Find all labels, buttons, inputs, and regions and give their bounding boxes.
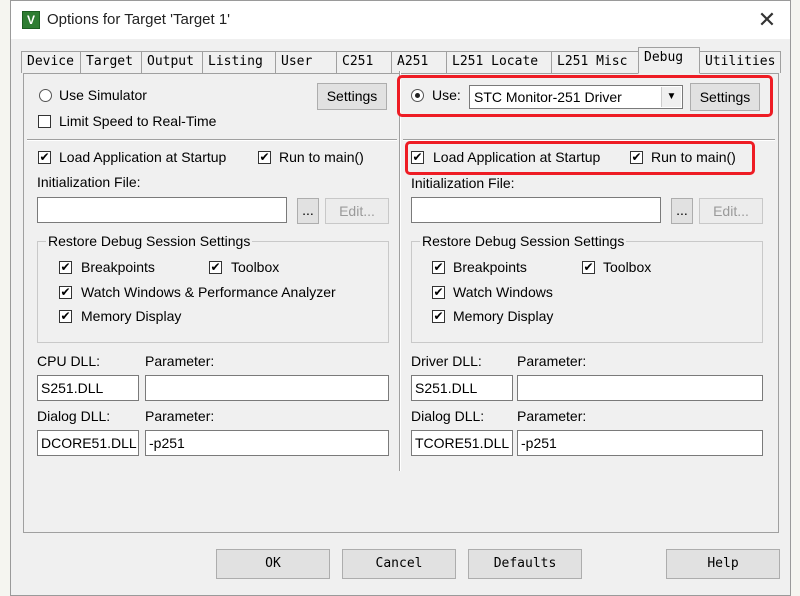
cancel-button[interactable]: Cancel xyxy=(342,549,456,579)
use-simulator-label: Use Simulator xyxy=(59,87,147,103)
limit-speed-label: Limit Speed to Real-Time xyxy=(59,113,217,129)
right-dialog-param-input[interactable]: -p251 xyxy=(517,430,763,456)
left-dialog-dll-label: Dialog DLL: xyxy=(37,408,111,424)
left-edit-button: Edit... xyxy=(325,198,389,224)
left-init-file-input[interactable] xyxy=(37,197,287,223)
right-toolbox-checkbox[interactable]: ✔ xyxy=(582,261,595,274)
tab-device[interactable]: Device xyxy=(21,51,81,73)
right-dialog-dll-input[interactable]: TCORE51.DLL xyxy=(411,430,513,456)
highlight-box-load-app xyxy=(405,141,755,175)
left-toolbox-checkbox[interactable]: ✔ xyxy=(209,261,222,274)
driver-dll-input[interactable]: S251.DLL xyxy=(411,375,513,401)
tab-a251[interactable]: A251 xyxy=(391,51,447,73)
driver-param-input[interactable] xyxy=(517,375,763,401)
tab-c251[interactable]: C251 xyxy=(336,51,392,73)
left-dialog-dll-input[interactable]: DCORE51.DLL xyxy=(37,430,139,456)
right-edit-button: Edit... xyxy=(699,198,763,224)
driver-dll-label: Driver DLL: xyxy=(411,353,482,369)
keil-app-icon: V xyxy=(22,11,40,29)
right-toolbox-label: Toolbox xyxy=(603,259,652,275)
cpu-param-input[interactable] xyxy=(145,375,389,401)
right-watch-checkbox[interactable]: ✔ xyxy=(432,286,445,299)
left-watch-label: Watch Windows & Performance Analyzer xyxy=(81,284,336,300)
ok-button[interactable]: OK xyxy=(216,549,330,579)
left-init-file-label: Initialization File: xyxy=(37,174,141,190)
driver-param-label: Parameter: xyxy=(517,353,587,369)
limit-speed-checkbox[interactable] xyxy=(38,115,51,128)
tab-strip: Device Target Output Listing User C251 A… xyxy=(21,47,791,74)
dialog-title: Options for Target 'Target 1' xyxy=(47,11,231,28)
left-divider xyxy=(27,139,397,141)
left-restore-title: Restore Debug Session Settings xyxy=(46,233,253,249)
right-memory-label: Memory Display xyxy=(453,308,554,324)
left-breakpoints-checkbox[interactable]: ✔ xyxy=(59,261,72,274)
left-load-app-checkbox[interactable]: ✔ xyxy=(38,151,51,164)
right-restore-title: Restore Debug Session Settings xyxy=(420,233,627,249)
cpu-dll-input[interactable]: S251.DLL xyxy=(37,375,139,401)
tab-l251-misc[interactable]: L251 Misc xyxy=(551,51,641,73)
use-simulator-radio[interactable] xyxy=(39,89,52,102)
right-dialog-dll-label: Dialog DLL: xyxy=(411,408,485,424)
left-run-to-main-checkbox[interactable]: ✔ xyxy=(258,151,271,164)
tab-user[interactable]: User xyxy=(275,51,337,73)
cpu-param-label: Parameter: xyxy=(145,353,215,369)
right-breakpoints-checkbox[interactable]: ✔ xyxy=(432,261,445,274)
right-watch-label: Watch Windows xyxy=(453,284,553,300)
tab-output[interactable]: Output xyxy=(141,51,203,73)
tab-l251-locate[interactable]: L251 Locate xyxy=(446,51,552,73)
left-load-app-label: Load Application at Startup xyxy=(59,149,227,165)
tab-utilities[interactable]: Utilities xyxy=(699,51,781,73)
right-browse-button[interactable]: ... xyxy=(671,198,693,224)
right-memory-checkbox[interactable]: ✔ xyxy=(432,310,445,323)
close-icon[interactable]: ✕ xyxy=(744,1,790,39)
titlebar: V Options for Target 'Target 1' ✕ xyxy=(11,1,790,39)
tab-target[interactable]: Target xyxy=(80,51,142,73)
left-watch-checkbox[interactable]: ✔ xyxy=(59,286,72,299)
help-button[interactable]: Help xyxy=(666,549,780,579)
right-breakpoints-label: Breakpoints xyxy=(453,259,527,275)
right-dialog-param-label: Parameter: xyxy=(517,408,587,424)
defaults-button[interactable]: Defaults xyxy=(468,549,582,579)
highlight-box-driver xyxy=(397,75,773,117)
left-breakpoints-label: Breakpoints xyxy=(81,259,155,275)
vertical-divider xyxy=(399,71,401,471)
left-dialog-param-input[interactable]: -p251 xyxy=(145,430,389,456)
left-memory-checkbox[interactable]: ✔ xyxy=(59,310,72,323)
left-memory-label: Memory Display xyxy=(81,308,182,324)
cpu-dll-label: CPU DLL: xyxy=(37,353,101,369)
left-run-to-main-label: Run to main() xyxy=(279,149,364,165)
right-init-file-input[interactable] xyxy=(411,197,661,223)
background-editor-left xyxy=(0,0,10,596)
left-toolbox-label: Toolbox xyxy=(231,259,280,275)
options-dialog: V Options for Target 'Target 1' ✕ Device… xyxy=(10,0,791,596)
right-init-file-label: Initialization File: xyxy=(411,175,515,191)
background-editor-right xyxy=(790,0,800,596)
simulator-settings-button[interactable]: Settings xyxy=(317,83,387,110)
left-browse-button[interactable]: ... xyxy=(297,198,319,224)
left-dialog-param-label: Parameter: xyxy=(145,408,215,424)
tab-listing[interactable]: Listing xyxy=(202,51,276,73)
tab-debug[interactable]: Debug xyxy=(638,47,700,74)
